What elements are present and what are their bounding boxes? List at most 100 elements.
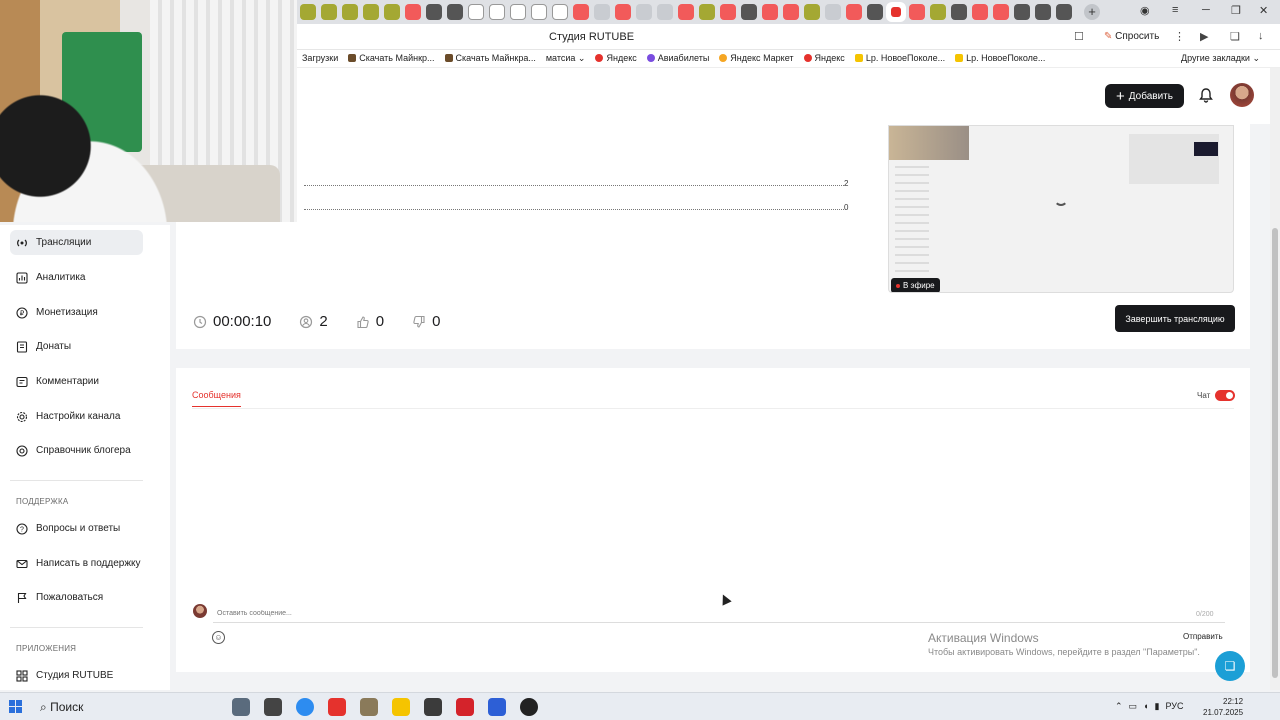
tab-favicon[interactable] [321, 4, 337, 20]
tab-favicon[interactable] [741, 4, 757, 20]
more-icon[interactable]: ⋮ [1174, 30, 1185, 43]
close-icon[interactable]: ✕ [1259, 4, 1268, 17]
bookmark-item[interactable]: Скачать Майнкра... [444, 53, 536, 64]
add-button[interactable]: + Добавить [1105, 84, 1184, 108]
other-bookmarks[interactable]: Другие закладки ⌄ [1181, 53, 1260, 64]
tab-favicon[interactable] [552, 4, 568, 20]
yandex-browser-icon[interactable] [328, 698, 346, 716]
app-icon[interactable] [264, 698, 282, 716]
maximize-icon[interactable]: ❐ [1231, 4, 1241, 17]
battery-icon[interactable]: ▮ [1155, 701, 1160, 712]
download-icon[interactable]: ↓ [1258, 30, 1264, 42]
tab-favicon[interactable] [342, 4, 358, 20]
bookmark-item[interactable]: Скачать Майнкр... [348, 53, 435, 64]
tab-favicon[interactable] [489, 4, 505, 20]
chat-toggle[interactable] [1215, 390, 1235, 401]
app-icon[interactable] [360, 698, 378, 716]
sidebar-item-comments[interactable]: Комментарии [10, 369, 143, 394]
avatar[interactable] [1230, 83, 1254, 107]
sidebar-item-channel-settings[interactable]: Настройки канала [10, 404, 143, 429]
bookmark-item[interactable]: Lp. НовоеПоколе... [955, 53, 1045, 64]
tab-favicon[interactable] [678, 4, 694, 20]
sidebar-item-rutube-studio[interactable]: Студия RUTUBE [10, 663, 143, 688]
page-title[interactable]: Студия RUTUBE [549, 31, 634, 43]
tab-favicon[interactable] [762, 4, 778, 20]
new-tab-button[interactable]: + [1084, 4, 1100, 20]
volume-icon[interactable]: ◖ [1143, 701, 1148, 712]
app-icon[interactable] [488, 698, 506, 716]
tab-favicon[interactable] [699, 4, 715, 20]
extensions-icon[interactable]: ▶ [1200, 30, 1208, 43]
sidebar-item-analytics[interactable]: Аналитика [10, 265, 143, 290]
app-icon[interactable] [424, 698, 442, 716]
message-input[interactable] [213, 605, 1225, 623]
bookmark-item[interactable]: Яндекс Маркет [719, 53, 794, 64]
scrollbar-thumb[interactable] [1272, 228, 1278, 678]
sidebar-item-report[interactable]: Пожаловаться [10, 585, 143, 610]
tab-favicon[interactable] [573, 4, 589, 20]
tab-favicon[interactable] [993, 4, 1009, 20]
ask-button[interactable]: Спросить [1104, 31, 1159, 42]
language-indicator[interactable]: РУС [1165, 701, 1183, 712]
sidebar-item-faq[interactable]: ? Вопросы и ответы [10, 516, 143, 541]
tab-favicon[interactable] [615, 4, 631, 20]
windows-start-icon[interactable] [9, 700, 22, 713]
obs-icon[interactable] [520, 698, 538, 716]
tab-favicon[interactable] [594, 4, 610, 20]
bookmark-item[interactable]: Авиабилеты [646, 53, 709, 64]
bookmark-item[interactable]: Загрузки [302, 53, 338, 64]
bookmark-item[interactable]: Яндекс [803, 53, 845, 64]
task-view-icon[interactable] [232, 698, 250, 716]
tab-favicon[interactable] [636, 4, 652, 20]
tab-favicon[interactable] [363, 4, 379, 20]
tab-favicon[interactable] [300, 4, 316, 20]
file-explorer-icon[interactable] [392, 698, 410, 716]
tab-favicon[interactable] [909, 4, 925, 20]
tab-favicon[interactable] [825, 4, 841, 20]
tab-favicon[interactable] [804, 4, 820, 20]
bookmark-item[interactable]: Яндекс [595, 53, 637, 64]
bookmark-item[interactable]: Lp. НовоеПоколе... [854, 53, 945, 64]
stream-preview[interactable]: В эфире [888, 125, 1234, 293]
tab-favicon[interactable] [531, 4, 547, 20]
tab-favicon[interactable] [405, 4, 421, 20]
bookmark-icon[interactable]: ☐ [1074, 30, 1084, 43]
profile-icon[interactable]: ◉ [1140, 4, 1150, 17]
tab-favicon[interactable] [930, 4, 946, 20]
collections-icon[interactable]: ❏ [1230, 30, 1240, 43]
tab-favicon[interactable] [447, 4, 463, 20]
tab-favicon[interactable] [867, 4, 883, 20]
tab-favicon[interactable] [657, 4, 673, 20]
tab-favicon[interactable] [510, 4, 526, 20]
app-icon[interactable] [456, 698, 474, 716]
browser-app-icon[interactable] [296, 698, 314, 716]
tab-favicon[interactable] [972, 4, 988, 20]
support-chat-button[interactable]: ❏ [1215, 651, 1245, 681]
tab-favicon[interactable] [1056, 4, 1072, 20]
tab-favicon[interactable] [720, 4, 736, 20]
tab-favicon[interactable] [846, 4, 862, 20]
tab-favicon[interactable] [468, 4, 484, 20]
emoji-icon[interactable]: ☺ [212, 631, 225, 644]
sidebar-item-broadcasts[interactable]: Трансляции [10, 230, 143, 255]
tab-favicon[interactable] [951, 4, 967, 20]
sidebar-item-write-support[interactable]: Написать в поддержку [10, 551, 143, 576]
sidebar-item-blogger-handbook[interactable]: Справочник блогера [10, 438, 143, 463]
chevron-up-icon[interactable]: ⌃ [1115, 701, 1123, 712]
sidebar-item-donations[interactable]: Донаты [10, 334, 143, 359]
tab-rutube-studio-active[interactable] [888, 4, 904, 20]
end-stream-button[interactable]: Завершить трансляцию [1115, 305, 1235, 332]
tab-favicon[interactable] [1035, 4, 1051, 20]
system-clock[interactable]: 22:12 21.07.2025 [1203, 696, 1243, 718]
tab-messages[interactable]: Сообщения [192, 390, 241, 407]
sidebar-item-monetization[interactable]: ₽ Монетизация [10, 300, 143, 325]
network-icon[interactable]: ▭ [1129, 701, 1138, 712]
tab-favicon[interactable] [1014, 4, 1030, 20]
taskbar-search[interactable]: ⌕ Поиск [40, 700, 83, 715]
page-scrollbar[interactable] [1270, 68, 1280, 690]
tab-list-icon[interactable]: ≡ [1172, 4, 1178, 16]
bookmark-folder[interactable]: матсиа ⌄ [546, 53, 586, 64]
tab-favicon[interactable] [426, 4, 442, 20]
bell-icon[interactable] [1198, 87, 1214, 103]
minimize-icon[interactable]: ─ [1202, 4, 1210, 16]
